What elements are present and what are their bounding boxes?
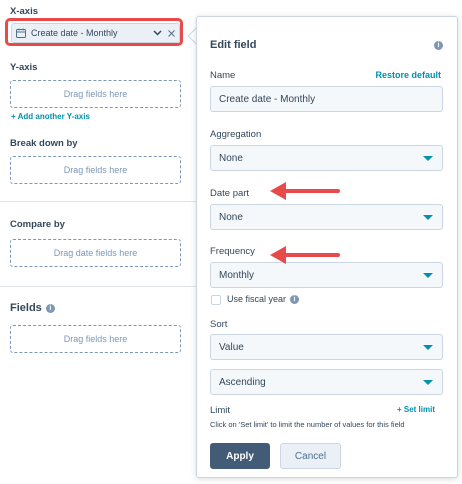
restore-default-link[interactable]: Restore default bbox=[375, 70, 441, 80]
compare-label: Compare by bbox=[10, 219, 65, 230]
datepart-value: None bbox=[219, 211, 243, 223]
breakdown-dropzone[interactable]: Drag fields here bbox=[10, 156, 181, 184]
red-arrow-annotation bbox=[270, 182, 340, 200]
frequency-value: Monthly bbox=[219, 269, 255, 281]
datepart-select[interactable]: None bbox=[210, 204, 443, 230]
caret-down-icon bbox=[423, 380, 433, 385]
sort-order-select[interactable]: Ascending bbox=[210, 369, 443, 395]
section-divider bbox=[0, 286, 196, 287]
aggregation-select[interactable]: None bbox=[210, 145, 443, 171]
yaxis-label: Y-axis bbox=[10, 62, 38, 73]
cancel-button[interactable]: Cancel bbox=[280, 443, 341, 469]
chevron-down-icon[interactable] bbox=[153, 30, 162, 36]
compare-dropzone[interactable]: Drag date fields here bbox=[10, 239, 181, 267]
breakdown-label: Break down by bbox=[10, 138, 78, 149]
panel-title: Edit field bbox=[210, 39, 257, 51]
name-label: Name bbox=[210, 70, 236, 81]
add-yaxis-link[interactable]: + Add another Y-axis bbox=[11, 112, 90, 121]
sort-label: Sort bbox=[210, 319, 228, 330]
datepart-label: Date part bbox=[210, 188, 250, 199]
set-limit-link[interactable]: + Set limit bbox=[397, 405, 435, 414]
xaxis-field-pill[interactable]: Create date - Monthly bbox=[11, 23, 180, 43]
sort-select[interactable]: Value bbox=[210, 334, 443, 360]
sort-order-value: Ascending bbox=[219, 376, 266, 388]
sort-value: Value bbox=[219, 341, 244, 353]
section-divider bbox=[0, 201, 196, 202]
fiscal-year-label: Use fiscal year bbox=[227, 294, 287, 304]
yaxis-dropzone[interactable]: Drag fields here bbox=[10, 80, 181, 108]
apply-button[interactable]: Apply bbox=[210, 443, 270, 469]
fields-dropzone[interactable]: Drag fields here bbox=[10, 325, 181, 353]
caret-down-icon bbox=[423, 273, 433, 278]
caret-down-icon bbox=[423, 156, 433, 161]
info-icon[interactable]: i bbox=[434, 41, 443, 50]
frequency-label: Frequency bbox=[210, 246, 255, 257]
chart-config-sidebar: X-axis Create date - Monthly Y-axis Drag… bbox=[0, 0, 196, 484]
fields-label: Fields bbox=[10, 302, 42, 314]
fiscal-year-row: Use fiscal year i bbox=[227, 294, 300, 305]
red-arrow-annotation bbox=[270, 246, 340, 264]
aggregation-label: Aggregation bbox=[210, 129, 262, 140]
info-icon[interactable]: i bbox=[290, 295, 300, 305]
fields-heading: Fields i bbox=[10, 302, 55, 314]
caret-down-icon bbox=[423, 215, 433, 220]
name-input[interactable]: Create date - Monthly bbox=[210, 86, 443, 112]
limit-label: Limit bbox=[210, 405, 231, 416]
info-icon[interactable]: i bbox=[45, 303, 55, 313]
calendar-icon bbox=[16, 28, 26, 38]
caret-down-icon bbox=[423, 345, 433, 350]
xaxis-pill-label: Create date - Monthly bbox=[31, 28, 118, 38]
limit-help-text: Click on 'Set limit' to limit the number… bbox=[210, 420, 405, 429]
fiscal-year-checkbox[interactable] bbox=[211, 295, 221, 305]
close-icon[interactable] bbox=[168, 29, 175, 37]
aggregation-value: None bbox=[219, 152, 243, 164]
xaxis-label: X-axis bbox=[10, 6, 38, 17]
